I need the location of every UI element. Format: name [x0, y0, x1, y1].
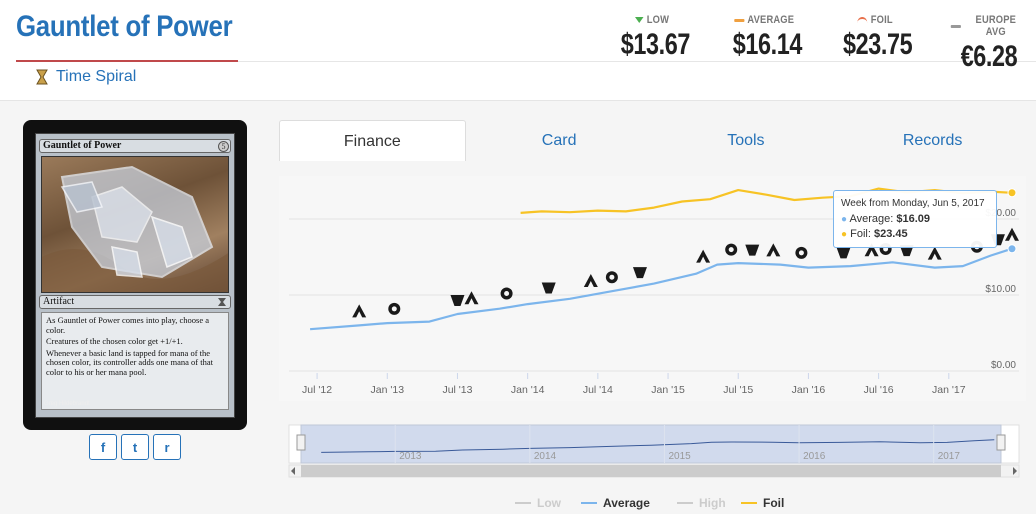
tooltip-average-value: $16.09	[896, 213, 931, 225]
card-rule-2: Creatures of the chosen color get +1/+1.	[46, 336, 183, 346]
navigator-tick-label: 2013	[399, 451, 422, 462]
navigator-tick-label: 2014	[534, 451, 557, 462]
legend-item-low[interactable]: Low	[537, 496, 562, 510]
card-type: Artifact	[39, 295, 231, 309]
facebook-share-button[interactable]: f	[89, 434, 117, 460]
dash-icon	[733, 18, 745, 22]
price-europe: EUROPE AVG €6.28	[944, 14, 1034, 74]
y-tick-label: $0.00	[991, 360, 1016, 371]
set-symbol-icon	[728, 247, 734, 253]
navigator-handle[interactable]	[996, 434, 1006, 451]
price-low-label: LOW	[646, 14, 670, 26]
x-tick-label: Jul '15	[723, 384, 753, 396]
tooltip-foil-value: $23.45	[873, 228, 908, 240]
set-symbol-icon	[504, 291, 510, 297]
card-rules-text: As Gauntlet of Power comes into play, ch…	[41, 312, 229, 410]
x-tick-label: Jan '14	[511, 384, 545, 396]
chart-tooltip: Week from Monday, Jun 5, 2017 ● Average:…	[833, 190, 997, 248]
legend-item-foil[interactable]: Foil	[763, 496, 784, 510]
price-europe-value: €6.28	[960, 40, 1018, 73]
tooltip-foil-row: ● Foil: $23.45	[841, 228, 908, 240]
hourglass-icon	[36, 69, 48, 85]
dash-icon	[950, 24, 961, 28]
gauntlet-art-icon	[42, 165, 228, 292]
card-title: Gauntlet of Power	[16, 10, 233, 43]
tooltip-header: Week from Monday, Jun 5, 2017	[841, 198, 985, 209]
x-tick-label: Jan '17	[932, 384, 966, 396]
series-point-foil	[1007, 188, 1017, 198]
twitter-share-button[interactable]: t	[121, 434, 149, 460]
tab-tools[interactable]: Tools	[653, 120, 840, 161]
set-name: Time Spiral	[56, 68, 137, 85]
price-average-label: AVERAGE	[747, 14, 795, 26]
hourglass-icon	[218, 298, 226, 306]
y-tick-label: $10.00	[985, 284, 1016, 295]
set-symbol-icon	[391, 306, 397, 312]
x-tick-label: Jan '16	[792, 384, 826, 396]
mana-cost-icon: 5	[218, 141, 229, 152]
navigator-tick-label: 2017	[938, 451, 961, 462]
set-symbol-icon	[609, 274, 615, 280]
card-art	[41, 156, 229, 293]
series-point-average	[1007, 244, 1017, 254]
triangle-down-icon	[634, 17, 644, 23]
x-tick-label: Jan '13	[371, 384, 405, 396]
tooltip-foil-label: Foil:	[850, 228, 874, 240]
twitter-icon: t	[132, 439, 138, 455]
reddit-share-button[interactable]: r	[153, 434, 181, 460]
x-tick-label: Jan '15	[651, 384, 685, 396]
tooltip-average-row: ● Average: $16.09	[841, 213, 931, 225]
card-rule-1: As Gauntlet of Power comes into play, ch…	[46, 315, 210, 335]
legend-item-average[interactable]: Average	[603, 496, 650, 510]
tooltip-average-label: Average:	[849, 213, 897, 225]
x-tick-label: Jul '14	[583, 384, 613, 396]
scrollbar-thumb[interactable]	[301, 465, 1001, 477]
x-tick-label: Jul '12	[302, 384, 332, 396]
foil-icon	[857, 17, 868, 23]
x-tick-label: Jul '16	[864, 384, 894, 396]
price-average: AVERAGE $16.14	[724, 14, 804, 62]
price-low-value: $13.67	[620, 28, 691, 61]
price-foil-value: $23.75	[843, 28, 913, 61]
facebook-icon: f	[100, 439, 106, 455]
navigator-handle[interactable]	[296, 434, 306, 451]
tab-card[interactable]: Card	[466, 120, 653, 161]
tab-bar: Finance Card Tools Records	[279, 120, 1026, 161]
price-foil: FOIL $23.75	[834, 14, 916, 62]
price-average-value: $16.14	[732, 28, 803, 61]
x-tick-label: Jul '13	[442, 384, 472, 396]
set-symbol-icon	[798, 250, 804, 256]
navigator-tick-label: 2016	[803, 451, 826, 462]
card-rule-3: Whenever a basic land is tapped for mana…	[46, 347, 214, 377]
tab-records[interactable]: Records	[839, 120, 1026, 161]
set-link[interactable]: Time Spiral	[36, 68, 136, 86]
legend-item-high[interactable]: High	[699, 496, 726, 510]
reddit-icon: r	[164, 439, 170, 455]
price-low: LOW $13.67	[612, 14, 692, 62]
tab-finance[interactable]: Finance	[279, 120, 466, 161]
card-artist: Greg Hildebrandt	[44, 401, 90, 407]
price-foil-label: FOIL	[870, 14, 893, 26]
card-name: Gauntlet of Power	[39, 139, 231, 153]
navigator-tick-label: 2015	[668, 451, 691, 462]
title-underline	[16, 60, 238, 62]
price-europe-label: EUROPE AVG	[975, 14, 1017, 38]
